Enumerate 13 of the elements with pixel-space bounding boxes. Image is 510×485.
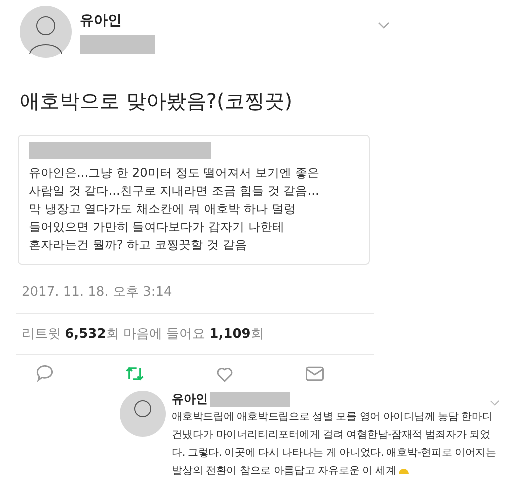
- quoted-tweet-text: 유아인은...그냥 한 20미터 정도 떨어져서 보기엔 좋은 사람일 것 같다...친구로 지내라면 조금 힘들 것 같음... 막 냉장고 열다가도 채소칸에 뭐 애호박 하나 덜렁 들어있으면 가만히 들여다보다가 갑자기 나한테 혼자라는건 뭘까? 하고 코찡끗할 것 같음: [29, 165, 320, 254]
- quoted-tweet-card[interactable]: 유아인은...그냥 한 20미터 정도 떨어져서 보기엔 좋은 사람일 것 같다...친구로 지내라면 조금 힘들 것 같음... 막 냉장고 열다가도 채소칸에 뭐 애호박 하나 덜렁 들어있으면 가만히 들여다보다가 갑자기 나한테 혼자라는건 뭘까? 하고 코찡끗할 것 같음: [18, 135, 370, 265]
- author-name: 유아인: [80, 12, 123, 30]
- author-name: 유아인: [172, 391, 208, 408]
- chevron-icon[interactable]: [490, 400, 500, 407]
- tweet-text: 애호박으로 맞아봤음?(코찡끗): [20, 88, 294, 115]
- reply-icon[interactable]: [34, 363, 56, 385]
- timestamp: 2017. 11. 18. 오후 3:14: [22, 284, 174, 301]
- reply-text: 애호박드립에 애호박드립으로 성별 모를 영어 아이디님께 농담 한마디 건냈다가 마이너리티리포터에게 걸려 여혐한남-잠재적 범죄자가 되었 다. 그렇다. 이곳에 다시 나타나는 게 아니었다. 애호박-현피로 이어지는 발상의 전환이 참으로 아름답고 자유로운 이 세계: [172, 410, 497, 479]
- avatar: [20, 6, 72, 58]
- avatar: [120, 391, 166, 437]
- chevron-icon[interactable]: [378, 22, 390, 30]
- engagement-stats: 리트윗 6,532회 마음에 들어요 1,109회: [21, 326, 265, 344]
